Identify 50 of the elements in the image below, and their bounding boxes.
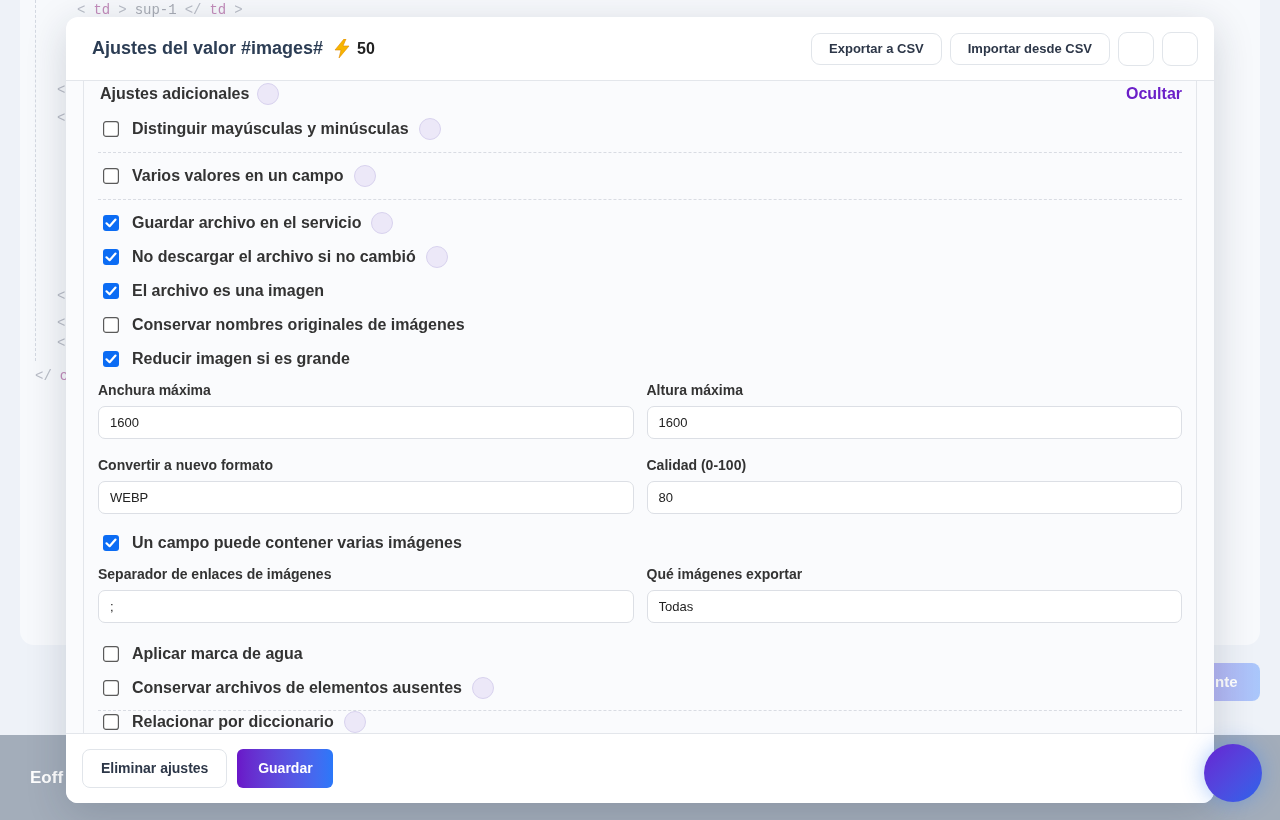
input-field[interactable]: ; (98, 590, 634, 623)
checkbox-label[interactable]: Conservar archivos de elementos ausentes (132, 679, 462, 697)
checkbox[interactable] (103, 283, 119, 299)
footer-text: Eoff (30, 766, 64, 789)
checkbox-label[interactable]: Guardar archivo en el servicio (132, 214, 362, 232)
dialog-title: Ajustes del valor #images# (92, 37, 324, 60)
input-field[interactable]: Todas (646, 590, 1182, 623)
input-field[interactable]: 1600 (646, 406, 1182, 439)
checkbox[interactable] (103, 680, 119, 696)
code-line: < (57, 287, 66, 306)
save-button[interactable]: Guardar (237, 749, 334, 788)
header-button[interactable]: Exportar a CSV (811, 32, 942, 65)
field-label: Qué imágenes exportar (646, 565, 804, 584)
checkbox-label[interactable]: Conservar nombres originales de imágenes (132, 316, 465, 334)
input-field[interactable]: 1600 (98, 406, 634, 439)
credit-count: 50 (357, 38, 375, 59)
input-field[interactable]: WEBP (98, 481, 634, 514)
checkbox-label[interactable]: El archivo es una imagen (132, 282, 325, 300)
field-label: Convertir a nuevo formato (98, 456, 275, 475)
field-label: Separador de enlaces de imágenes (98, 565, 333, 584)
code-line: < (57, 109, 66, 128)
checkbox[interactable] (103, 215, 119, 231)
checkbox[interactable] (103, 351, 119, 367)
hide-link[interactable]: Ocultar (1126, 82, 1182, 106)
code-line: < (57, 334, 66, 353)
checkbox[interactable] (103, 714, 119, 730)
header-button[interactable]: Importar desde CSV (949, 32, 1110, 65)
field-label: Calidad (0-100) (646, 456, 748, 475)
checkbox[interactable] (103, 168, 119, 184)
checkbox-label[interactable]: Un campo puede contener varias imágenes (132, 534, 462, 552)
checkbox-label[interactable]: Reducir imagen si es grande (132, 350, 350, 368)
input-field[interactable]: 80 (646, 481, 1182, 514)
checkbox-label[interactable]: Relacionar por diccionario (132, 713, 334, 731)
code-line: < td > sup-1 </ td > (77, 1, 243, 20)
checkbox[interactable] (103, 535, 119, 551)
section-title: Ajustes adicionales (100, 84, 250, 104)
checkbox[interactable] (103, 249, 119, 265)
checkbox[interactable] (103, 646, 119, 662)
checkbox-label[interactable]: Varios valores en un campo (132, 167, 344, 185)
checkbox[interactable] (103, 121, 119, 137)
field-label: Altura máxima (646, 381, 744, 400)
checkbox-label[interactable]: Aplicar marca de agua (132, 645, 303, 663)
code-line: < (57, 81, 66, 100)
field-label: Anchura máxima (98, 381, 212, 400)
code-line: < (57, 314, 66, 333)
delete-settings-button[interactable]: Eliminar ajustes (82, 749, 228, 788)
checkbox-label[interactable]: No descargar el archivo si no cambió (132, 248, 416, 266)
lightning-icon (334, 39, 351, 58)
checkbox[interactable] (103, 317, 119, 333)
checkbox-label[interactable]: Distinguir mayúsculas y minúsculas (132, 120, 409, 138)
